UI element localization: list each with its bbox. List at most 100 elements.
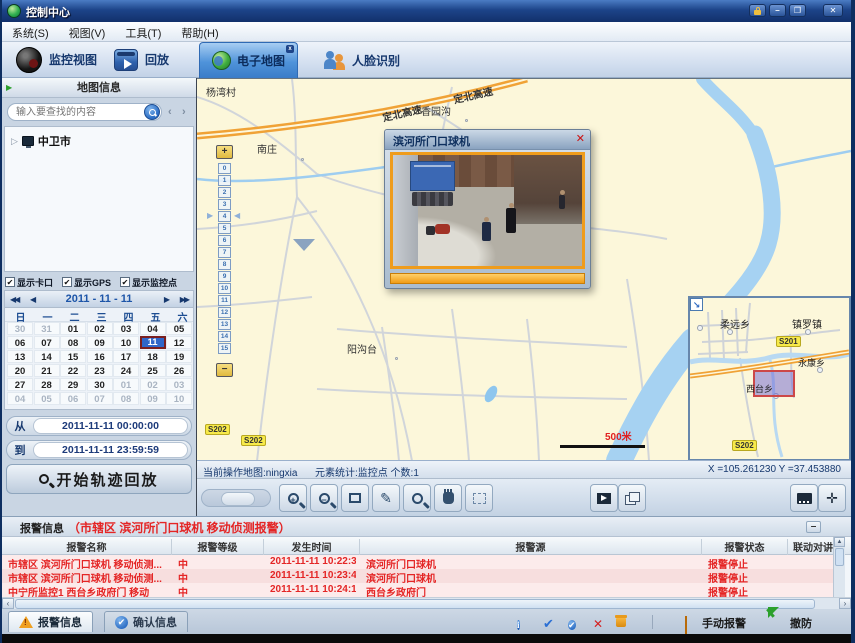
export-view-button[interactable] — [590, 484, 618, 512]
calendar-day-cell[interactable]: 04 — [7, 392, 33, 405]
lock-button[interactable] — [749, 4, 766, 17]
calendar-day-cell[interactable]: 07 — [87, 392, 113, 405]
zoom-level-cell[interactable]: 13 — [218, 319, 231, 330]
calendar-day-cell[interactable]: 26 — [166, 364, 192, 377]
calendar-day-cell[interactable]: 05 — [34, 392, 60, 405]
tab-face-recognition[interactable]: 人脸识别 — [312, 42, 412, 78]
calendar-day-cell[interactable]: 04 — [140, 322, 166, 335]
calendar-day-cell[interactable]: 17 — [113, 350, 139, 363]
layer-checkbox[interactable]: ✔ 显示监控点 — [120, 276, 177, 289]
calendar-day-cell[interactable]: 01 — [60, 322, 86, 335]
from-date-field[interactable]: 2011-11-11 00:00:00 — [33, 418, 188, 434]
calendar-day-cell[interactable]: 27 — [7, 378, 33, 391]
delete-alarm-button[interactable]: ✕ — [593, 615, 603, 633]
scroll-right-icon[interactable]: › — [839, 598, 851, 609]
next-result-icon[interactable]: › — [182, 107, 186, 117]
zoom-in-button[interactable]: + — [279, 484, 307, 512]
zoom-level-cell[interactable]: 3 — [218, 199, 231, 210]
zoom-level-cell[interactable]: 12 — [218, 307, 231, 318]
zoom-level-cell[interactable]: 5 — [218, 223, 231, 234]
layers-button[interactable] — [618, 484, 646, 512]
overview-minimap[interactable]: 柔远乡 镇罗镇 永康乡 西台乡 S201 S202 ↘ — [688, 296, 851, 460]
fullscreen-button[interactable]: ✛ — [818, 484, 846, 512]
restore-button[interactable]: ❐ — [789, 4, 806, 17]
manual-alarm-icon[interactable] — [685, 617, 687, 635]
column-header[interactable]: 联动对讲 — [788, 539, 839, 555]
start-track-playback-button[interactable]: 开始轨迹回放 — [6, 464, 192, 494]
fit-extent-button[interactable] — [790, 484, 818, 512]
calendar-day-cell[interactable]: 06 — [60, 392, 86, 405]
calendar-day-cell[interactable]: 25 — [140, 364, 166, 377]
zoom-area-button[interactable] — [403, 484, 431, 512]
scroll-up-icon[interactable]: ▲ — [834, 537, 845, 547]
manual-alarm-button[interactable]: 手动报警 — [702, 615, 746, 631]
column-header[interactable]: 报警状态 — [702, 539, 788, 555]
calendar-day-cell[interactable]: 18 — [140, 350, 166, 363]
close-button[interactable]: ✕ — [823, 4, 843, 17]
tab-close-icon[interactable]: x — [286, 45, 294, 53]
camera-video-popup[interactable]: 滨河所门口球机 ✕ — [384, 129, 591, 289]
zoom-level-cell[interactable]: 8 — [218, 259, 231, 270]
vertical-scrollbar[interactable]: ▲ — [833, 537, 845, 597]
alarm-info-button[interactable]: i — [517, 615, 520, 633]
collapse-arrow-icon[interactable]: ▶ — [6, 84, 12, 92]
calendar-day-cell[interactable]: 02 — [87, 322, 113, 335]
calendar-day-cell[interactable]: 10 — [166, 392, 192, 405]
zoom-level-cell[interactable]: 15 — [218, 343, 231, 354]
minimize-button[interactable]: – — [769, 4, 786, 17]
calendar-day-cell[interactable]: 07 — [34, 336, 60, 349]
layer-checkbox[interactable]: ✔ 显示卡口 — [5, 276, 53, 289]
close-icon[interactable]: ✕ — [576, 133, 585, 145]
minimap-collapse-icon[interactable]: ↘ — [690, 298, 703, 311]
zoom-level-cell[interactable]: 9 — [218, 271, 231, 282]
scrollbar-thumb[interactable] — [835, 548, 844, 566]
tab-alarm-info[interactable]: 报警信息 — [8, 611, 93, 632]
calendar-day-cell[interactable]: 09 — [140, 392, 166, 405]
tree-expander-icon[interactable]: ▷ — [11, 136, 18, 147]
calendar-day-cell[interactable]: 08 — [113, 392, 139, 405]
calendar-day-cell[interactable]: 09 — [87, 336, 113, 349]
calendar-day-cell[interactable]: 08 — [60, 336, 86, 349]
calendar-day-cell[interactable]: 06 — [7, 336, 33, 349]
search-icon[interactable] — [144, 104, 160, 120]
prev-result-icon[interactable]: ‹ — [168, 107, 172, 117]
calendar-day-cell[interactable]: 29 — [60, 378, 86, 391]
zoom-level-cell[interactable]: 7 — [218, 247, 231, 258]
menu-item[interactable]: 视图(V) — [59, 22, 116, 44]
scroll-left-icon[interactable]: ‹ — [2, 598, 14, 609]
calendar-day-cell[interactable]: 31 — [34, 322, 60, 335]
playback-button[interactable]: 回放 — [106, 44, 177, 75]
dashed-select-button[interactable] — [465, 484, 493, 512]
calendar-day-cell[interactable]: 20 — [7, 364, 33, 377]
tree-item-city[interactable]: ▷ 中卫市 — [11, 133, 71, 149]
to-date-field[interactable]: 2011-11-11 23:59:59 — [33, 442, 188, 458]
zoom-level-cell[interactable]: 10 — [218, 283, 231, 294]
next-month-icon[interactable]: ▶ — [164, 295, 168, 304]
calendar-day-cell[interactable]: 30 — [7, 322, 33, 335]
zoom-level-cell[interactable]: 2 — [218, 187, 231, 198]
disarm-button[interactable]: 撤防 — [790, 615, 812, 631]
map-canvas[interactable]: 杨湾村 香园沟 南庄 阳沟台 定北高速 定北高速 S202 S202 500米 … — [197, 78, 851, 460]
search-input[interactable] — [7, 103, 162, 121]
menu-item[interactable]: 系统(S) — [2, 22, 59, 44]
monitor-view-button[interactable]: 监控视图 — [8, 44, 105, 75]
calendar-day-cell[interactable]: 23 — [87, 364, 113, 377]
calendar-day-cell[interactable]: 28 — [34, 378, 60, 391]
zoom-out-map-button[interactable]: − — [216, 363, 233, 377]
calendar-day-cell[interactable]: 03 — [113, 322, 139, 335]
column-header[interactable]: 报警等级 — [172, 539, 264, 555]
calendar-day-cell[interactable]: 19 — [166, 350, 192, 363]
alarm-table-row[interactable]: 市辖区 滨河所门口球机 移动侦测...中2011-11-11 10:23:42滨… — [2, 569, 839, 583]
calendar-day-cell[interactable]: 02 — [140, 378, 166, 391]
calendar-day-cell[interactable]: 30 — [87, 378, 113, 391]
zoom-level-cell[interactable]: 14 — [218, 331, 231, 342]
calendar-day-cell[interactable]: 22 — [60, 364, 86, 377]
menu-item[interactable]: 工具(T) — [115, 22, 171, 44]
column-header[interactable]: 发生时间 — [264, 539, 360, 555]
zoom-level-cell[interactable]: 6 — [218, 235, 231, 246]
calendar-day-cell[interactable]: 11 — [140, 336, 166, 349]
minimize-panel-button[interactable]: – — [806, 521, 821, 533]
layer-checkbox[interactable]: ✔ 显示GPS — [62, 276, 111, 289]
popup-title-bar[interactable]: 滨河所门口球机 ✕ — [385, 130, 590, 150]
next-year-icon[interactable]: ▶▶ — [180, 295, 188, 304]
